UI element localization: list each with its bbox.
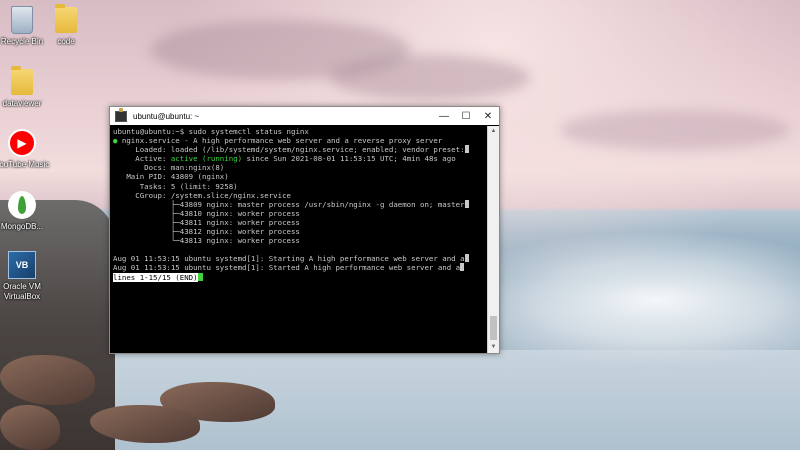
desktop-icon-mongodb[interactable]: MongoDB... xyxy=(0,190,53,232)
log-text: Aug 01 11:53:15 ubuntu systemd[1]: Start… xyxy=(113,263,461,273)
active-label: Active: xyxy=(113,154,171,164)
main-pid-line: Main PID: 43809 (nginx) xyxy=(113,172,229,182)
process-line: ├─43812 nginx: worker process xyxy=(113,227,300,237)
close-button[interactable]: ✕ xyxy=(477,107,499,125)
desktop-icon-youtube-music[interactable]: ▶ YouTube Music xyxy=(0,128,53,170)
youtube-music-icon: ▶ xyxy=(7,128,37,158)
desktop-icon-label: YouTube Music xyxy=(0,160,50,169)
scroll-down-arrow-icon[interactable]: ▼ xyxy=(488,342,499,353)
desktop-icon-code[interactable]: code xyxy=(35,4,97,47)
cloud xyxy=(330,55,530,100)
window-title: ubuntu@ubuntu: ~ xyxy=(133,111,200,121)
truncation-marker xyxy=(460,263,465,272)
shell-command: sudo systemctl status nginx xyxy=(188,127,309,136)
truncation-marker xyxy=(464,199,469,208)
terminal-window[interactable]: ubuntu@ubuntu: ~ — ☐ ✕ ubuntu@ubuntu:~$ … xyxy=(109,106,500,354)
folder-icon xyxy=(51,4,81,35)
tasks-line: Tasks: 5 (limit: 9258) xyxy=(113,181,238,191)
desktop-icon-dataviewer[interactable]: dataviewer xyxy=(0,66,53,109)
mongodb-icon xyxy=(7,190,37,220)
service-line: ● nginx.service - A high performance web… xyxy=(113,136,487,145)
scrollbar-thumb[interactable] xyxy=(490,316,497,340)
desktop-icon-label: MongoDB... xyxy=(0,222,44,231)
process-line: ├─43811 nginx: worker process xyxy=(113,217,300,227)
docs-line: Docs: man:nginx(8) xyxy=(113,163,225,173)
loaded-line: Loaded: loaded (/lib/systemd/system/ngin… xyxy=(113,145,487,154)
pager-status: lines 1-15/15 (END) xyxy=(113,272,198,282)
shell-prompt: ubuntu@ubuntu:~$ xyxy=(113,127,189,136)
truncation-marker xyxy=(464,254,469,263)
loaded-text: Loaded: loaded (/lib/systemd/system/ngin… xyxy=(113,145,465,155)
minimize-button[interactable]: — xyxy=(433,107,455,125)
cgroup-line: CGroup: /system.slice/nginx.service xyxy=(113,190,291,200)
desktop-icon-label: dataviewer xyxy=(2,99,42,108)
service-name: nginx.service - A high performance web s… xyxy=(117,136,443,146)
truncation-marker xyxy=(464,145,469,154)
desktop-icon-label: Oracle VM VirtualBox xyxy=(3,282,41,301)
putty-icon[interactable] xyxy=(115,107,127,122)
pager-status-line: lines 1-15/15 (END) xyxy=(113,272,487,282)
scroll-up-arrow-icon[interactable]: ▲ xyxy=(488,126,499,137)
command-line: ubuntu@ubuntu:~$ sudo systemctl status n… xyxy=(113,127,487,136)
maximize-button[interactable]: ☐ xyxy=(455,107,477,125)
desktop-icon-virtualbox[interactable]: VB Oracle VM VirtualBox xyxy=(0,250,53,302)
process-text: ├─43809 nginx: master process /usr/sbin/… xyxy=(113,199,465,209)
cloud xyxy=(560,110,790,150)
virtualbox-icon: VB xyxy=(7,250,37,280)
process-line: ├─43810 nginx: worker process xyxy=(113,208,300,218)
desktop-icon-label: code xyxy=(57,37,75,46)
terminal-cursor xyxy=(197,272,203,281)
folder-icon xyxy=(7,66,37,97)
vertical-scrollbar[interactable]: ▲ ▼ xyxy=(487,126,499,353)
process-line: ├─43809 nginx: master process /usr/sbin/… xyxy=(113,199,487,209)
recycle-bin-icon xyxy=(7,5,37,35)
active-state: active (running) xyxy=(170,154,243,164)
log-text: Aug 01 11:53:15 ubuntu systemd[1]: Start… xyxy=(113,254,465,264)
window-titlebar[interactable]: ubuntu@ubuntu: ~ — ☐ ✕ xyxy=(110,107,499,125)
terminal-output[interactable]: ubuntu@ubuntu:~$ sudo systemctl status n… xyxy=(110,126,487,353)
log-line: Aug 01 11:53:15 ubuntu systemd[1]: Start… xyxy=(113,254,487,263)
active-since: since Sun 2021-08-01 11:53:15 UTC; 4min … xyxy=(242,154,456,164)
process-line: └─43813 nginx: worker process xyxy=(113,236,300,246)
active-line: Active: active (running) since Sun 2021-… xyxy=(113,154,487,163)
log-line: Aug 01 11:53:15 ubuntu systemd[1]: Start… xyxy=(113,263,487,272)
